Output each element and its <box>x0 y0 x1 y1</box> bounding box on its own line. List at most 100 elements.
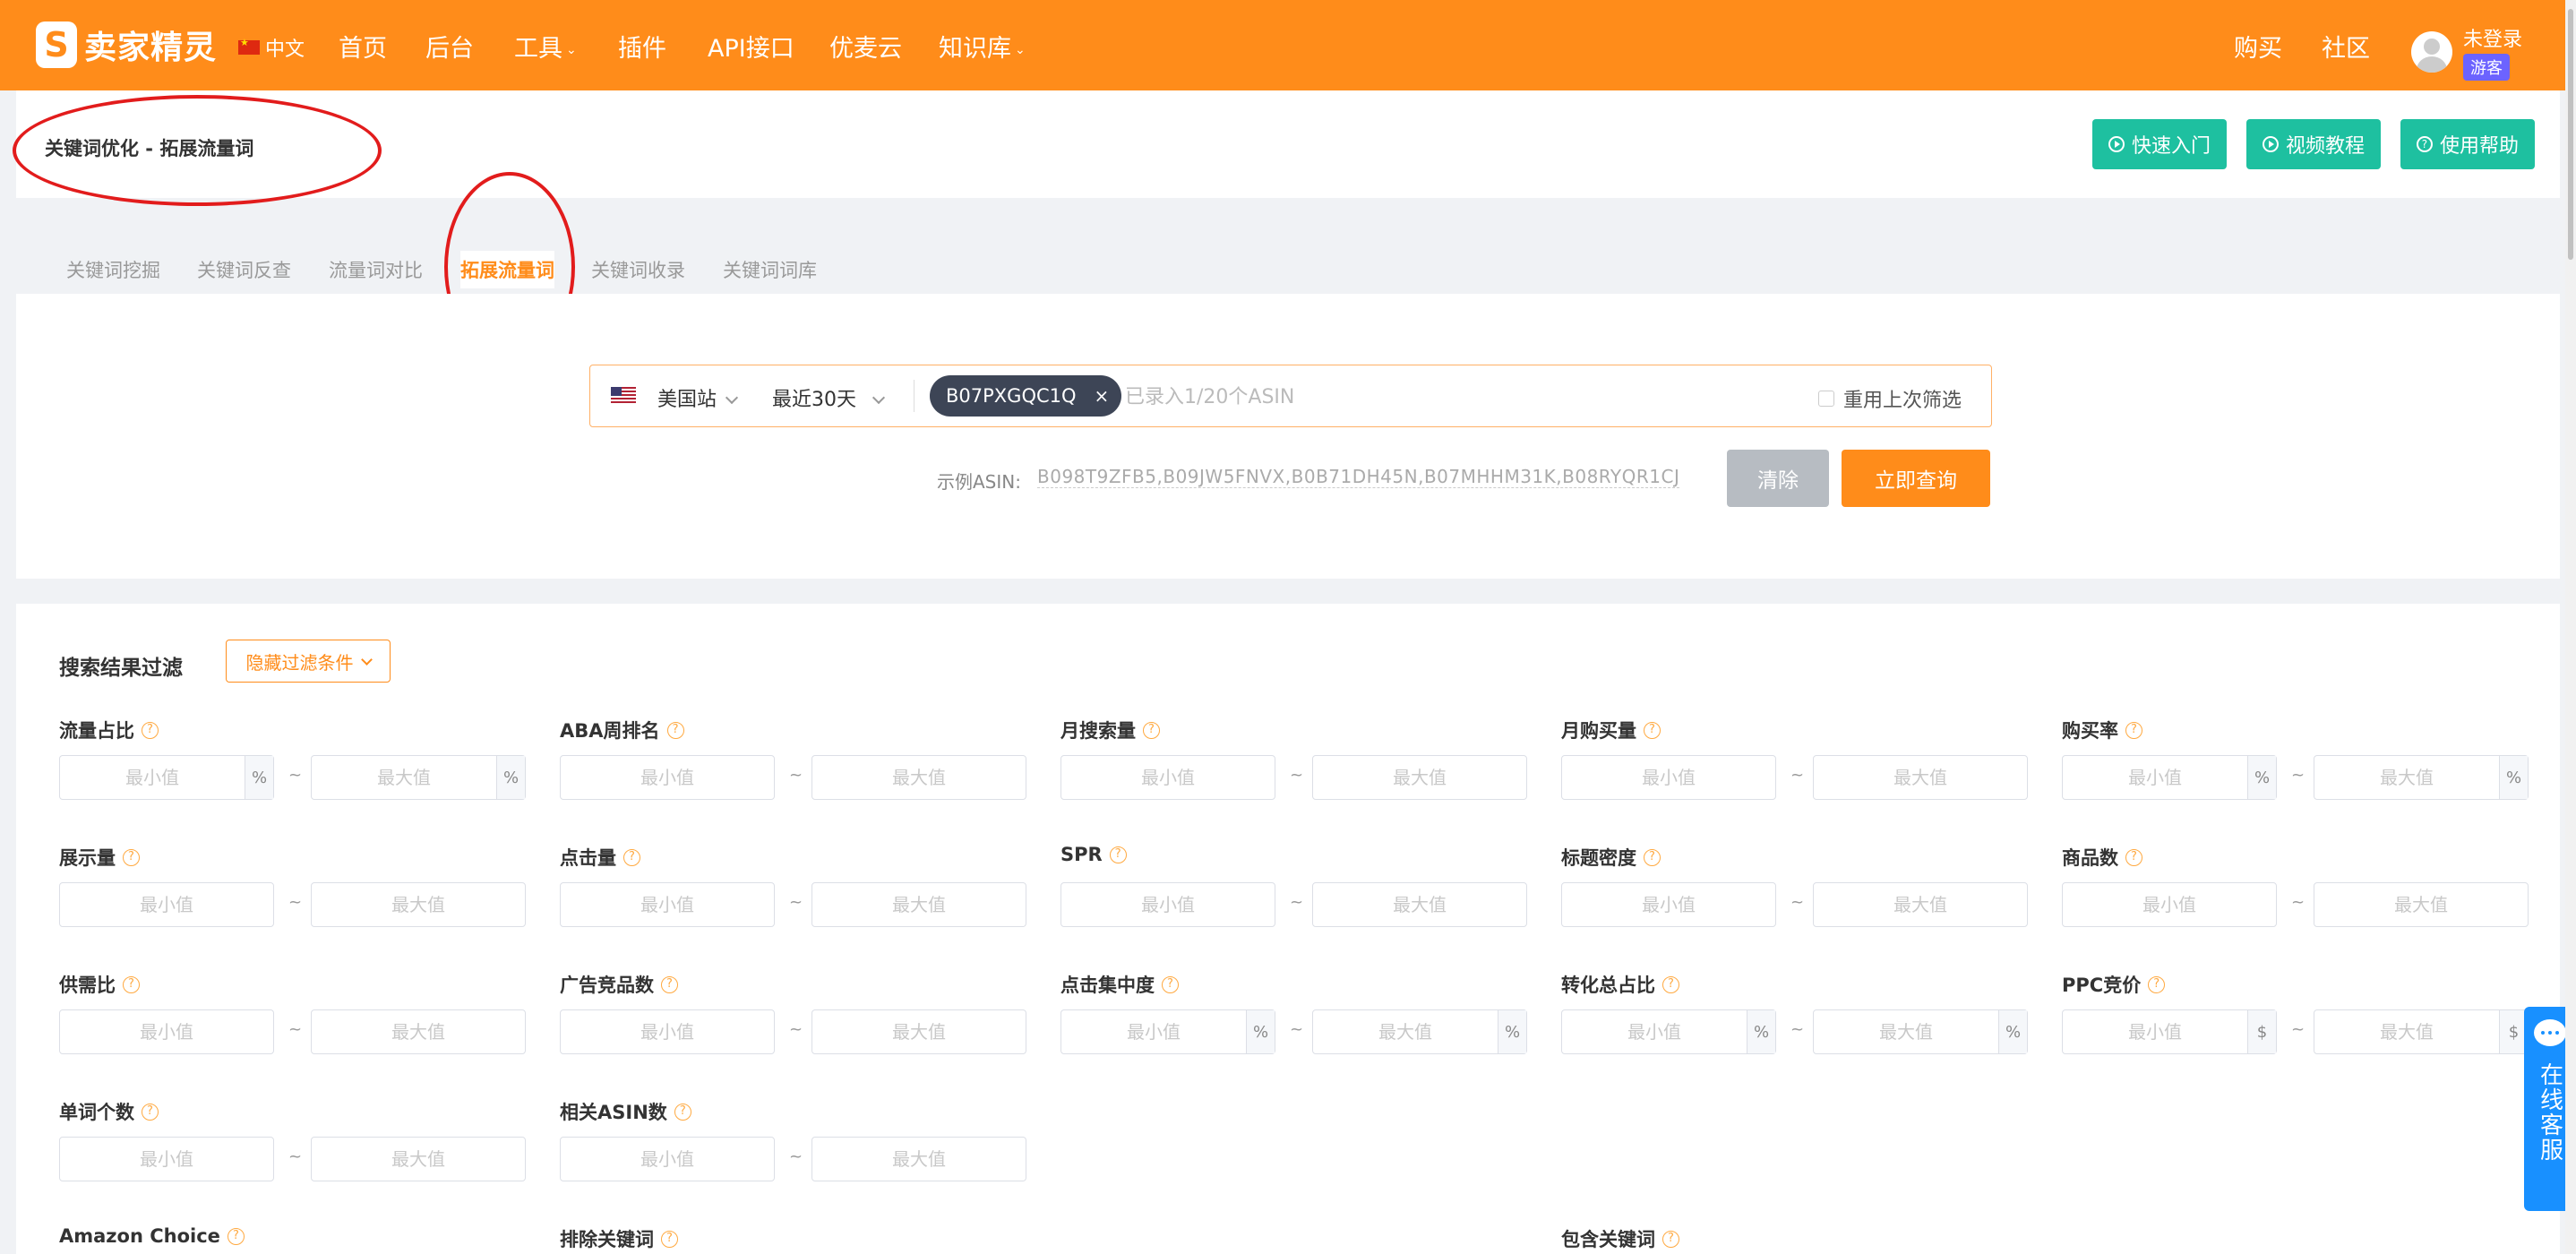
max-value-input[interactable] <box>2314 883 2528 926</box>
min-value-input[interactable] <box>1061 883 1275 926</box>
min-value-input[interactable] <box>2063 883 2276 926</box>
help-icon[interactable]: ? <box>2125 848 2142 866</box>
nav-knowledge[interactable]: 知识库 ⌄ <box>939 29 1026 64</box>
min-value-input[interactable] <box>561 756 774 799</box>
tab-keyword-library[interactable]: 关键词词库 <box>723 256 817 283</box>
min-value-input[interactable] <box>561 1138 774 1181</box>
min-value-input[interactable] <box>60 1138 273 1181</box>
user-menu[interactable]: 未登录 游客 <box>2411 23 2522 81</box>
query-button[interactable]: 立即查询 <box>1842 450 1990 507</box>
nav-api[interactable]: API接口 <box>708 29 794 64</box>
max-value-input[interactable] <box>812 883 1026 926</box>
filter-label: 流量占比? <box>59 717 159 743</box>
help-icon[interactable]: ? <box>123 975 140 993</box>
close-icon[interactable]: × <box>1095 385 1110 407</box>
tab-traffic-compare[interactable]: 流量词对比 <box>329 256 423 283</box>
min-value-input[interactable] <box>2063 1010 2247 1053</box>
max-value-input[interactable] <box>1313 756 1526 799</box>
help-icon[interactable]: ? <box>227 1227 245 1245</box>
filter-label: 供需比? <box>59 971 140 998</box>
help-icon[interactable]: ? <box>2125 721 2142 739</box>
language-switch[interactable]: 中文 <box>238 33 305 62</box>
min-value-input[interactable] <box>1061 1010 1246 1053</box>
max-value-input[interactable] <box>1814 756 2027 799</box>
hide-filter-button[interactable]: 隐藏过滤条件 <box>226 640 391 683</box>
nav-community[interactable]: 社区 <box>2322 29 2370 64</box>
help-icon[interactable]: ? <box>666 721 684 739</box>
help-icon[interactable]: ? <box>1644 721 1661 739</box>
nav-tools[interactable]: 工具 ⌄ <box>514 29 577 64</box>
max-value-input[interactable] <box>812 1138 1026 1181</box>
filter-max-input <box>311 1009 526 1054</box>
max-value-input[interactable] <box>1313 1010 1498 1053</box>
help-icon[interactable]: ? <box>142 721 159 739</box>
min-value-input[interactable] <box>561 1010 774 1053</box>
filter-label-text: 商品数 <box>2062 847 2118 869</box>
range-separator: ~ <box>2291 1020 2306 1039</box>
chevron-down-icon: ⌄ <box>1015 42 1026 57</box>
range-separator: ~ <box>1790 893 1805 912</box>
logo[interactable]: S 卖家精灵 <box>36 21 217 68</box>
max-value-input[interactable] <box>1814 883 2027 926</box>
max-value-input[interactable] <box>2314 756 2499 799</box>
max-value-input[interactable] <box>312 883 525 926</box>
help-icon[interactable]: ? <box>661 975 678 993</box>
scrollbar-thumb[interactable] <box>2568 9 2573 260</box>
clear-button[interactable]: 清除 <box>1727 450 1829 507</box>
help-icon[interactable]: ? <box>661 1230 678 1248</box>
nav-youmaiyun[interactable]: 优麦云 <box>829 29 902 64</box>
nav-plugins[interactable]: 插件 <box>618 29 666 64</box>
max-value-input[interactable] <box>812 1010 1026 1053</box>
tab-keyword-mining[interactable]: 关键词挖掘 <box>66 256 160 283</box>
min-value-input[interactable] <box>60 883 273 926</box>
quick-start-button[interactable]: 快速入门 <box>2092 119 2227 169</box>
min-value-input[interactable] <box>2063 756 2247 799</box>
help-icon[interactable]: ? <box>623 848 640 866</box>
help-icon[interactable]: ? <box>1143 721 1160 739</box>
range-separator: ~ <box>1290 1020 1304 1039</box>
help-button[interactable]: ? 使用帮助 <box>2400 119 2535 169</box>
chevron-down-icon: ⌄ <box>566 42 577 57</box>
min-value-input[interactable] <box>1562 1010 1747 1053</box>
video-tutorial-button[interactable]: 视频教程 <box>2246 119 2381 169</box>
max-value-input[interactable] <box>2314 1010 2499 1053</box>
filter-label: 月搜索量? <box>1060 717 1160 743</box>
period-select[interactable]: 最近30天 <box>772 383 886 412</box>
help-icon[interactable]: ? <box>123 848 140 866</box>
help-icon[interactable]: ? <box>1109 846 1127 863</box>
filter-label: 点击量? <box>560 844 640 871</box>
example-asin-list[interactable]: B098T9ZFB5,B09JW5FNVX,B0B71DH45N,B07MHHM… <box>1037 466 1680 488</box>
max-value-input[interactable] <box>1814 1010 1998 1053</box>
help-icon[interactable]: ? <box>1644 848 1661 866</box>
help-icon[interactable]: ? <box>1662 1230 1679 1248</box>
reuse-filter-checkbox[interactable]: 重用上次筛选 <box>1818 384 1962 413</box>
min-value-input[interactable] <box>1061 756 1275 799</box>
min-value-input[interactable] <box>60 1010 273 1053</box>
tab-keyword-index[interactable]: 关键词收录 <box>591 256 685 283</box>
min-value-input[interactable] <box>60 756 245 799</box>
min-value-input[interactable] <box>561 883 774 926</box>
min-value-input[interactable] <box>1562 756 1775 799</box>
max-value-input[interactable] <box>312 1138 525 1181</box>
tab-keyword-reverse[interactable]: 关键词反查 <box>197 256 291 283</box>
max-value-input[interactable] <box>1313 883 1526 926</box>
nav-buy[interactable]: 购买 <box>2234 29 2282 64</box>
min-value-input[interactable] <box>1562 883 1775 926</box>
nav-backend[interactable]: 后台 <box>425 29 474 64</box>
max-value-input[interactable] <box>312 756 496 799</box>
help-icon[interactable]: ? <box>2148 975 2166 993</box>
max-value-input[interactable] <box>812 756 1026 799</box>
help-icon[interactable]: ? <box>1162 975 1179 993</box>
play-icon <box>2108 136 2125 152</box>
help-icon[interactable]: ? <box>674 1103 691 1121</box>
filter-label-text: 展示量 <box>59 847 116 869</box>
nav-home[interactable]: 首页 <box>339 29 387 64</box>
site-select[interactable]: 美国站 <box>657 383 739 412</box>
filter-label-text: 单词个数 <box>59 1102 134 1123</box>
help-icon[interactable]: ? <box>1662 975 1679 993</box>
max-value-input[interactable] <box>312 1010 525 1053</box>
help-icon[interactable]: ? <box>142 1103 159 1121</box>
range-separator: ~ <box>2291 893 2306 912</box>
checkbox-icon <box>1818 391 1834 407</box>
asin-input[interactable] <box>1125 382 1752 411</box>
